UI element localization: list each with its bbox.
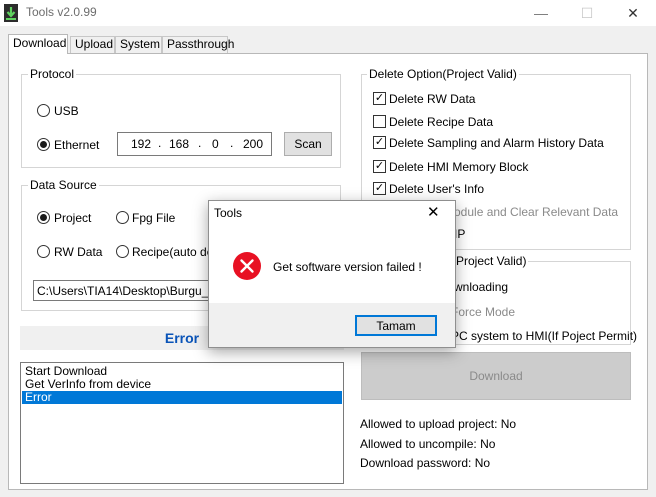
ip-octet-4[interactable]: 200 <box>243 137 263 151</box>
tab-upload[interactable]: Upload <box>70 36 115 53</box>
delete-hmi-memory-label: Delete HMI Memory Block <box>389 160 529 174</box>
close-button[interactable]: ✕ <box>610 0 656 26</box>
scan-button[interactable]: Scan <box>284 132 332 156</box>
fpg-file-radio[interactable] <box>116 211 129 224</box>
delete-sampling-label: Delete Sampling and Alarm History Data <box>389 136 604 150</box>
pc-system-label: PC system to HMI(If Poject Permit) <box>451 329 638 343</box>
ip-dot: . <box>230 136 234 150</box>
data-source-legend: Data Source <box>28 178 99 192</box>
error-icon <box>233 252 261 280</box>
force-mode-label: Force Mode <box>451 305 516 319</box>
delete-user-info-label: Delete User's Info <box>389 182 484 196</box>
delete-user-info-checkbox[interactable]: ✓ <box>373 182 386 195</box>
ip-dot: . <box>158 136 162 150</box>
tab-passthrough[interactable]: Passthrough <box>162 36 234 53</box>
window-title: Tools v2.0.99 <box>26 5 97 19</box>
ip-octet-1[interactable]: 192 <box>131 137 151 151</box>
rw-data-radio[interactable] <box>37 245 50 258</box>
uncompile-allowed-text: Allowed to uncompile: No <box>360 437 496 451</box>
usb-radio[interactable] <box>37 104 50 117</box>
rw-data-label: RW Data <box>54 245 103 259</box>
delete-sampling-checkbox[interactable]: ✓ <box>373 136 386 149</box>
protocol-legend: Protocol <box>28 67 77 81</box>
ok-button[interactable]: Tamam <box>355 315 437 336</box>
project-path-field[interactable]: C:\Users\TIA14\Desktop\Burgu_Ma <box>33 280 223 301</box>
minimize-button[interactable]: — <box>518 0 564 26</box>
dialog-title: Tools <box>214 206 243 220</box>
delete-recipe-data-checkbox[interactable] <box>373 115 386 128</box>
delete-recipe-data-label: Delete Recipe Data <box>389 115 494 129</box>
dialog-message: Get software version failed ! <box>273 260 422 274</box>
usb-label: USB <box>54 104 79 118</box>
project-radio[interactable] <box>37 211 50 224</box>
error-dialog: Tools ✕ Get software version failed ! Ta… <box>208 200 456 348</box>
project-path-text: C:\Users\TIA14\Desktop\Burgu_Ma <box>37 284 223 298</box>
dialog-close-button[interactable]: ✕ <box>427 203 440 221</box>
log-list[interactable]: Start Download Get VerInfo from device E… <box>20 362 344 484</box>
tab-system[interactable]: System <box>115 36 162 53</box>
delete-hmi-memory-checkbox[interactable]: ✓ <box>373 160 386 173</box>
download-option-legend: (Project Valid) <box>450 254 529 268</box>
ethernet-radio[interactable] <box>37 138 50 151</box>
project-label: Project <box>54 211 92 225</box>
ip-octet-3[interactable]: 0 <box>212 137 219 151</box>
app-icon <box>4 4 18 22</box>
maximize-button[interactable]: ☐ <box>564 0 610 26</box>
ip-dot: . <box>198 136 202 150</box>
ip-address-field[interactable]: 192 . 168 . 0 . 200 <box>117 132 272 156</box>
delete-rw-data-label: Delete RW Data <box>389 92 476 106</box>
fpg-file-label: Fpg File <box>132 211 176 225</box>
download-button[interactable]: Download <box>361 352 631 400</box>
ip-octet-2[interactable]: 168 <box>169 137 189 151</box>
log-item[interactable]: Get VerInfo from device <box>22 378 342 391</box>
title-bar: Tools v2.0.99 — ☐ ✕ <box>0 0 656 26</box>
downloading-option-label: wnloading <box>454 280 509 294</box>
ethernet-label: Ethernet <box>54 138 100 152</box>
upload-allowed-text: Allowed to upload project: No <box>360 417 517 431</box>
delete-rw-data-checkbox[interactable]: ✓ <box>373 92 386 105</box>
delete-option-legend: Delete Option(Project Valid) <box>367 67 519 81</box>
log-item-selected[interactable]: Error <box>22 391 342 404</box>
tab-download[interactable]: Download <box>8 34 68 54</box>
download-password-text: Download password: No <box>360 456 491 470</box>
clear-module-label: odule and Clear Relevant Data <box>454 205 619 219</box>
recipe-radio[interactable] <box>116 245 129 258</box>
